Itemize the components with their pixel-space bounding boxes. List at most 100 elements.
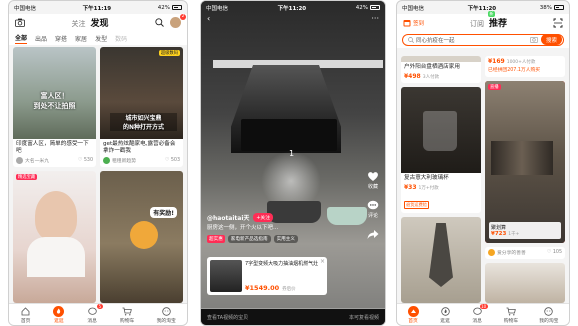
tab-guangguang[interactable]: 逛逛 [440, 306, 451, 324]
author-avatar [103, 157, 110, 164]
tab-messages[interactable]: 5 消息 [87, 303, 103, 324]
card-image: 精选宝藏 [13, 171, 96, 303]
feed-card[interactable] [485, 263, 565, 303]
author-name[interactable]: @haotaitai天 [207, 213, 249, 222]
mascot-shape [130, 221, 158, 249]
search-icon[interactable] [155, 18, 164, 27]
card-overlay-text: 城市如兴宝鼎 的N种打开方式 [110, 113, 177, 131]
tab-recommend[interactable]: 推荐 [489, 16, 507, 29]
topic-tag[interactable]: 实用主义 [273, 235, 298, 243]
category-tab[interactable]: 出品 [35, 34, 47, 43]
more-icon[interactable]: ··· [371, 14, 379, 26]
battery-icon [369, 5, 380, 10]
category-tab[interactable]: 发型 [95, 34, 107, 43]
phone-recommend: 中国电信 下午11:20 38% 签到 订阅 新 推荐 同心抗疫在一起 搜索 户… [396, 0, 570, 326]
feed-card[interactable]: 有奖励! [100, 171, 183, 303]
tab-cart[interactable]: 购物车 [120, 306, 134, 324]
feed-column: 户外阳台盘栖酒店家用 ¥498 3人付款 复古意大利玻璃杯 ¥33 1万+付款 退货… [401, 56, 481, 303]
heart-icon[interactable]: ♡ [547, 250, 551, 255]
feed-card[interactable]: 富人区！ 到处不让拍照 印度富人区，简单的感受一下吧 大名一米九 ♡ 530 [13, 47, 96, 167]
feed-card[interactable]: 爱分享的善善 ♡ 105 [485, 247, 565, 259]
scan-icon[interactable] [553, 18, 563, 28]
product-card[interactable]: 7字型变频大吸力抽油烟机燃气灶 ¥1549.00 券后价 × [207, 257, 327, 295]
avatar[interactable]: 2 [169, 14, 186, 28]
tab-home[interactable]: 首页 [407, 305, 419, 324]
bottom-tabbar: 首页 逛逛 10 消息 购物车 我的淘宝 [397, 303, 569, 325]
cart-icon [122, 306, 133, 317]
status-bar: 中国电信 下午11:20 42% [201, 1, 385, 14]
product-price-row: ¥33 1万+付款 [401, 182, 481, 191]
comment-icon [367, 200, 379, 210]
product-card[interactable]: 复古意大利玻璃杯 ¥33 1万+付款 退货运费险 [401, 87, 481, 213]
tab-label: 我的淘宝 [539, 318, 559, 324]
card-image [485, 263, 565, 303]
follow-button[interactable]: +关注 [253, 213, 274, 222]
video-description: 厨房这一侧，开个火以下吧... [207, 225, 279, 231]
camera-icon[interactable] [15, 18, 25, 27]
new-badge: 新 [488, 11, 495, 17]
tab-label: 消息 [472, 318, 482, 324]
product-card[interactable]: ¥169 1000+人付款 已经拼团207.1万人购买 [485, 56, 565, 77]
heart-icon[interactable]: ♡ [78, 158, 82, 163]
tab-messages[interactable]: 10 消息 [472, 303, 488, 324]
search-input[interactable]: 同心抗疫在一起 搜索 [402, 33, 564, 46]
category-tab[interactable]: 数码 [115, 34, 127, 43]
product-body: 7字型变频大吸力抽油烟机燃气灶 ¥1549.00 券后价 [245, 260, 318, 292]
back-icon[interactable]: ‹ [207, 14, 210, 26]
deal-tag[interactable]: 超实惠 [207, 235, 225, 243]
feed-card[interactable]: 超级数码 城市如兴宝鼎 的N种打开方式 get最热炫酷家电,露营必备会拿炸一戳我… [100, 47, 183, 167]
tab-guangguang[interactable]: 逛逛 [53, 305, 65, 324]
sales-count: 3人付款 [422, 75, 440, 80]
tab-discover[interactable]: 发现 [90, 16, 108, 29]
phone-video: 中国电信 下午11:20 42% ‹ ··· 1 收藏 评论 @haotaita… [200, 0, 386, 326]
card-tag: 超级数码 [158, 50, 180, 56]
search-placeholder: 同心抗疫在一起 [416, 37, 455, 44]
product-price-row: ¥498 3人付款 [401, 71, 481, 80]
topic-tag[interactable]: 家电新产品选指南 [227, 235, 271, 243]
favorite-button[interactable]: 收藏 [367, 171, 379, 190]
search-button[interactable]: 搜索 [540, 34, 562, 45]
clock: 下午11:19 [82, 5, 112, 12]
heart-icon[interactable]: ♡ [165, 158, 169, 163]
flame-icon [53, 305, 65, 317]
comment-button[interactable]: 评论 [367, 200, 379, 219]
tab-home[interactable]: 首页 [20, 306, 31, 324]
card-author: 爱分享的善善 [497, 251, 526, 256]
status-icons: 42% [158, 5, 182, 11]
cart-icon [505, 306, 516, 317]
card-meta: 租租新趋势 ♡ 503 [100, 155, 183, 167]
category-tab[interactable]: 穿搭 [55, 34, 67, 43]
card-image: 富人区！ 到处不让拍照 [13, 47, 96, 139]
product-card[interactable] [401, 217, 481, 303]
live-card[interactable]: 直播 聚划算 ¥723 1千+ [485, 81, 565, 243]
product-card[interactable]: 户外阳台盘栖酒店家用 ¥498 3人付款 [401, 56, 481, 83]
category-tab[interactable]: 全部 [15, 33, 28, 44]
card-meta: 大名一米九 ♡ 530 [13, 155, 96, 167]
share-button[interactable] [367, 229, 379, 241]
tab-my-taobao[interactable]: 我的淘宝 [157, 306, 176, 324]
replay-hint[interactable]: 本可复看视频 [349, 314, 379, 321]
checkin-button[interactable]: 签到 [403, 19, 424, 27]
live-product-strip[interactable]: 聚划算 ¥723 1千+ [489, 222, 561, 239]
card-overlay-text: 富人区！ 到处不让拍照 [33, 92, 76, 110]
category-tab[interactable]: 家居 [75, 34, 87, 43]
video-bottom-bar: 查看TA视频的宝贝 本可复看视频 [201, 309, 385, 325]
tab-my-taobao[interactable]: 我的淘宝 [539, 306, 558, 324]
live-badge: 直播 [488, 84, 501, 90]
calendar-icon [403, 19, 411, 26]
engine-shape [491, 141, 553, 175]
tab-following[interactable]: 关注 [71, 19, 85, 29]
card-likes: 530 [83, 158, 93, 163]
card-tag: 精选宝藏 [16, 174, 38, 180]
tab-cart[interactable]: 购物车 [504, 306, 518, 324]
portrait-shape [35, 191, 77, 241]
recommend-feed: 户外阳台盘栖酒店家用 ¥498 3人付款 复古意大利玻璃杯 ¥33 1万+付款 退货… [401, 56, 565, 303]
bottom-tabbar: 首页 逛逛 5 消息 购物车 我的淘宝 [9, 303, 187, 325]
tab-subscribe[interactable]: 订阅 [470, 19, 484, 29]
glass-shape [423, 111, 457, 151]
feed-column: 富人区！ 到处不让拍照 印度富人区，简单的感受一下吧 大名一米九 ♡ 530 精… [13, 47, 96, 303]
feed-card[interactable]: 精选宝藏 [13, 171, 96, 303]
view-products-link[interactable]: 查看TA视频的宝贝 [207, 314, 248, 321]
close-icon[interactable]: × [320, 258, 325, 265]
card-meta: 爱分享的善善 ♡ 105 [485, 247, 565, 259]
